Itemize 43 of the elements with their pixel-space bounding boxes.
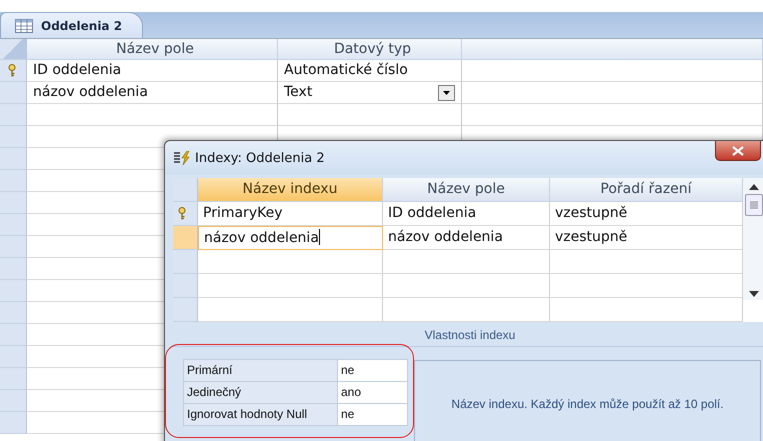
table-cell: ID oddelenia <box>27 60 278 82</box>
empty-cell[interactable] <box>462 82 763 104</box>
caret-icon <box>443 90 450 94</box>
row-selector[interactable] <box>173 202 198 226</box>
section-title: Vlastnosti indexu <box>173 322 763 347</box>
dropdown-button[interactable] <box>438 84 455 100</box>
table-cell: názov oddelenia <box>383 226 550 250</box>
table-icon <box>15 18 33 32</box>
table-cell[interactable]: PrimaryKey <box>198 202 383 226</box>
property-field[interactable]: ne <box>338 360 407 381</box>
empty-cell[interactable] <box>278 104 462 126</box>
column-header[interactable]: Název indexu <box>198 178 383 202</box>
scroll-up-icon[interactable] <box>749 184 759 190</box>
table-cell-text: Text <box>284 83 312 102</box>
empty-cell[interactable] <box>550 298 743 322</box>
scroll-thumb[interactable] <box>745 194 763 216</box>
table-cell: ID oddelenia <box>383 202 550 226</box>
table-cell-text: Automatické číslo <box>284 61 408 80</box>
property-label: Primární <box>184 360 338 381</box>
property-field[interactable]: ne <box>338 404 407 425</box>
table-tab[interactable]: Oddelenia 2 <box>0 12 144 38</box>
dialog-title: Indexy: Oddelenia 2 <box>195 150 325 166</box>
column-header[interactable]: Pořadí řazení <box>550 178 743 202</box>
row-selector[interactable] <box>0 60 27 82</box>
table-cell: názov oddelenia <box>27 82 278 104</box>
column-header[interactable]: Název pole <box>383 178 550 202</box>
empty-cell[interactable] <box>383 298 550 322</box>
indexes-icon <box>173 151 191 165</box>
property-label: Jedinečný <box>184 382 338 403</box>
scroll-down-icon[interactable] <box>749 291 759 297</box>
empty-cell[interactable] <box>383 274 550 298</box>
property-field[interactable]: ano <box>338 382 407 403</box>
column-header[interactable]: Datový typ <box>278 39 462 60</box>
empty-cell[interactable] <box>462 104 763 126</box>
scrollbar[interactable] <box>743 178 763 300</box>
close-button[interactable] <box>715 141 761 161</box>
property-label: Ignorovat hodnoty Null <box>184 404 338 425</box>
table-cell[interactable]: názov oddelenia <box>198 226 383 250</box>
help-text: Název indexu. Každý index může použít až 10 polí. <box>451 397 724 411</box>
empty-cell[interactable] <box>462 60 763 82</box>
empty-cell[interactable] <box>383 250 550 274</box>
close-icon <box>732 146 744 156</box>
column-header[interactable]: Název pole <box>27 39 278 60</box>
